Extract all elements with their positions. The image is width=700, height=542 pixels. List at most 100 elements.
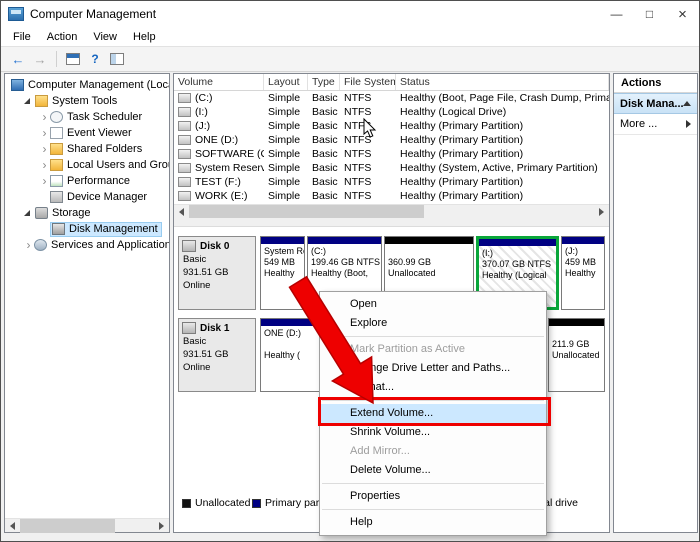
volume-type: Basic — [308, 147, 340, 161]
menu-item-open[interactable]: Open — [320, 295, 546, 314]
show-window-icon[interactable] — [62, 49, 84, 69]
volume-row[interactable]: ONE (D:) Simple Basic NTFS Healthy (Prim… — [174, 133, 609, 147]
tree-item-local-users-groups[interactable]: › Local Users and Groups — [5, 157, 169, 173]
volume-row[interactable]: (J:) Simple Basic NTFS Healthy (Primary … — [174, 119, 609, 133]
partition-size: 549 MB — [261, 257, 304, 268]
console-tree-glyph — [110, 53, 124, 65]
actions-disk-management-section[interactable]: Disk Mana... — [614, 93, 697, 114]
back-arrow-icon[interactable]: ← — [7, 49, 29, 69]
column-volume[interactable]: Volume — [174, 74, 264, 90]
menu-action[interactable]: Action — [39, 27, 86, 46]
volume-type: Basic — [308, 105, 340, 119]
scroll-right-icon[interactable] — [594, 205, 609, 219]
menu-item-explore[interactable]: Explore — [320, 314, 546, 333]
menu-item-format[interactable]: Format... — [320, 378, 546, 397]
tree-item-system-tools[interactable]: System Tools — [5, 93, 169, 109]
column-status[interactable]: Status — [396, 74, 609, 90]
disk1-label[interactable]: Disk 1 Basic 931.51 GB Online — [178, 318, 256, 392]
volume-name: System Reserved — [195, 161, 264, 175]
tree-item-task-scheduler[interactable]: › Task Scheduler — [5, 109, 169, 125]
console-tree-icon[interactable] — [106, 49, 128, 69]
tree-item-disk-management[interactable]: Disk Management — [5, 221, 169, 237]
chevron-collapsed-icon[interactable]: › — [39, 159, 50, 171]
scroll-left-icon[interactable] — [5, 519, 20, 533]
column-type[interactable]: Type — [308, 74, 340, 90]
volume-type: Basic — [308, 119, 340, 133]
chevron-expanded-icon[interactable] — [24, 98, 30, 104]
menu-item-help[interactable]: Help — [320, 513, 546, 532]
partition-status: Unallocated — [385, 268, 473, 279]
collapse-icon[interactable] — [683, 101, 691, 106]
storage-icon — [35, 207, 48, 219]
computer-icon — [11, 79, 24, 91]
close-button[interactable]: × — [666, 1, 699, 27]
forward-arrow-icon[interactable]: → — [29, 49, 51, 69]
actions-more[interactable]: More ... — [614, 114, 697, 135]
tree-item-computer-management[interactable]: Computer Management (Local — [5, 77, 169, 93]
tree-item-storage[interactable]: Storage — [5, 205, 169, 221]
window-controls: — □ × — [600, 1, 699, 27]
volume-row[interactable]: (I:) Simple Basic NTFS Healthy (Logical … — [174, 105, 609, 119]
chevron-expanded-icon[interactable] — [24, 210, 30, 216]
scroll-left-icon[interactable] — [174, 205, 189, 219]
volume-row[interactable]: SOFTWARE (G:) Simple Basic NTFS Healthy … — [174, 147, 609, 161]
tree-item-services-applications[interactable]: › Services and Applications — [5, 237, 169, 253]
tree-item-shared-folders[interactable]: › Shared Folders — [5, 141, 169, 157]
drive-icon — [178, 93, 191, 103]
volume-row[interactable]: TEST (F:) Simple Basic NTFS Healthy (Pri… — [174, 175, 609, 189]
volume-status: Healthy (Primary Partition) — [396, 147, 609, 161]
volume-row[interactable]: System Reserved Simple Basic NTFS Health… — [174, 161, 609, 175]
volume-table-header: Volume Layout Type File System Status — [174, 74, 609, 91]
device-manager-icon — [50, 191, 63, 203]
minimize-button[interactable]: — — [600, 1, 633, 27]
volume-fs: NTFS — [340, 147, 396, 161]
disk0-label[interactable]: Disk 0 Basic 931.51 GB Online — [178, 236, 256, 310]
disk-status: Online — [183, 362, 252, 373]
chevron-collapsed-icon[interactable]: › — [23, 239, 34, 251]
menu-item-change-drive-letter[interactable]: Change Drive Letter and Paths... — [320, 359, 546, 378]
menu-view[interactable]: View — [85, 27, 125, 46]
scrollbar-thumb[interactable] — [20, 519, 115, 533]
tree-item-label: Services and Applications — [51, 239, 169, 251]
volume-layout: Simple — [264, 91, 308, 105]
volume-type: Basic — [308, 91, 340, 105]
chevron-collapsed-icon[interactable]: › — [39, 143, 50, 155]
shared-folders-icon — [50, 143, 63, 155]
column-layout[interactable]: Layout — [264, 74, 308, 90]
maximize-button[interactable]: □ — [633, 1, 666, 27]
partition-color-bar — [562, 237, 604, 244]
primary-swatch-icon — [252, 499, 261, 508]
actions-header: Actions — [614, 74, 697, 93]
chevron-collapsed-icon[interactable]: › — [39, 127, 50, 139]
volume-list-horizontal-scrollbar[interactable] — [174, 204, 609, 218]
disk-icon — [182, 240, 196, 252]
tree-item-label: Event Viewer — [67, 127, 132, 139]
scroll-right-icon[interactable] — [154, 519, 169, 533]
tree-item-device-manager[interactable]: Device Manager — [5, 189, 169, 205]
menu-file[interactable]: File — [5, 27, 39, 46]
window-title: Computer Management — [30, 7, 156, 21]
pane-splitter[interactable] — [174, 218, 609, 227]
menu-help[interactable]: Help — [125, 27, 164, 46]
partition-unallocated-disk1[interactable]: 211.9 GB Unallocated — [548, 318, 605, 392]
tree-item-performance[interactable]: › Performance — [5, 173, 169, 189]
volume-row[interactable]: (C:) Simple Basic NTFS Healthy (Boot, Pa… — [174, 91, 609, 105]
tree-horizontal-scrollbar[interactable] — [5, 518, 169, 532]
partition-size: 211.9 GB — [549, 339, 604, 350]
menu-item-delete-volume[interactable]: Delete Volume... — [320, 461, 546, 480]
volume-name: (J:) — [195, 119, 210, 133]
volume-status: Healthy (Boot, Page File, Crash Dump, Pr… — [396, 91, 609, 105]
help-icon[interactable]: ? — [84, 49, 106, 69]
volume-row[interactable]: WORK (E:) Simple Basic NTFS Healthy (Pri… — [174, 189, 609, 203]
partition-system-reserved[interactable]: System Reserved 549 MB Healthy — [260, 236, 305, 310]
chevron-collapsed-icon[interactable]: › — [39, 111, 50, 123]
scrollbar-thumb[interactable] — [189, 205, 424, 219]
menu-separator — [322, 483, 544, 484]
column-file-system[interactable]: File System — [340, 74, 396, 90]
volume-name: SOFTWARE (G:) — [195, 147, 264, 161]
menu-item-properties[interactable]: Properties — [320, 487, 546, 506]
tree-item-event-viewer[interactable]: › Event Viewer — [5, 125, 169, 141]
chevron-collapsed-icon[interactable]: › — [39, 175, 50, 187]
partition-j[interactable]: (J:) 459 MB Healthy — [561, 236, 605, 310]
volume-name: (C:) — [195, 91, 213, 105]
